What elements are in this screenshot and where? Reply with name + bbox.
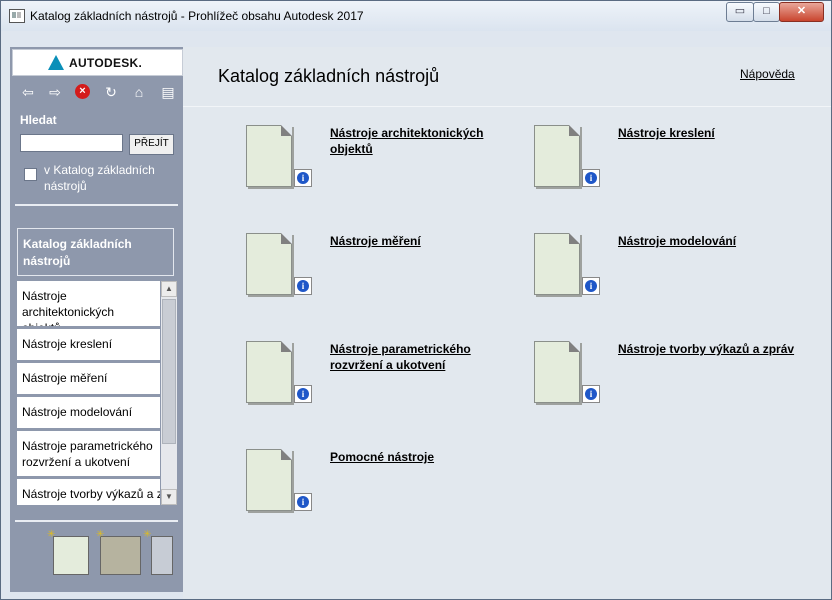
nav-item-modeling[interactable]: Nástroje modelování: [17, 397, 160, 428]
home-icon[interactable]: ⌂: [129, 82, 149, 102]
catalog-tiles: ✳ ✳ ✳: [10, 529, 183, 589]
tool-document-icon[interactable]: [246, 233, 292, 295]
nav-item-architectural[interactable]: Nástroje architektonických objektů: [17, 281, 160, 326]
search-label: Hledat: [20, 113, 57, 127]
tool-document-icon[interactable]: [534, 341, 580, 403]
catalog-tile-icon[interactable]: [151, 536, 173, 575]
sidebar: AUTODESK. ⇦ ⇨ × ↻ ⌂ ▤ Hledat PŘEJÍT v Ka…: [10, 47, 183, 592]
sparkle-icon: ✳: [96, 529, 105, 540]
stop-icon[interactable]: ×: [75, 84, 90, 99]
sparkle-icon: ✳: [143, 529, 152, 540]
app-window: Katalog základních nástrojů - Prohlížeč …: [0, 0, 832, 600]
tool-document-icon[interactable]: [246, 341, 292, 403]
browser-toolbar: ⇦ ⇨ × ↻ ⌂ ▤: [10, 80, 183, 104]
app-icon: [9, 9, 25, 23]
divider: [15, 520, 178, 522]
nav-item-parametric[interactable]: Nástroje parametrického rozvržení a ukot…: [17, 431, 160, 476]
scroll-up-icon[interactable]: ▲: [161, 281, 177, 297]
divider: [183, 106, 831, 107]
info-icon[interactable]: i: [582, 277, 600, 295]
tool-link[interactable]: Nástroje parametrického rozvržení a ukot…: [330, 341, 510, 373]
catalog-tile-icon[interactable]: [53, 536, 89, 575]
nav-header-catalog[interactable]: Katalog základních nástrojů: [17, 228, 174, 276]
tool-link[interactable]: Pomocné nástroje: [330, 449, 510, 465]
catalog-tile-icon[interactable]: [100, 536, 141, 575]
tool-document-icon[interactable]: [246, 449, 292, 511]
info-icon[interactable]: i: [582, 169, 600, 187]
tool-document-icon[interactable]: [246, 125, 292, 187]
scroll-thumb[interactable]: [162, 299, 176, 444]
autodesk-logo-icon: [48, 55, 64, 70]
info-icon[interactable]: i: [294, 385, 312, 403]
info-icon[interactable]: i: [294, 169, 312, 187]
maximize-button[interactable]: □: [753, 2, 780, 22]
tool-link[interactable]: Nástroje kreslení: [618, 125, 798, 141]
divider: [15, 204, 178, 206]
tool-link[interactable]: Nástroje tvorby výkazů a zpráv: [618, 341, 798, 357]
help-link[interactable]: Nápověda: [740, 67, 795, 81]
close-button[interactable]: ✕: [779, 2, 824, 22]
forward-icon[interactable]: ⇨: [45, 82, 65, 102]
title-bar[interactable]: Katalog základních nástrojů - Prohlížeč …: [1, 1, 831, 31]
page-title: Katalog základních nástrojů: [218, 66, 440, 86]
main-content: Katalog základních nástrojů Nápověda i N…: [183, 47, 831, 599]
go-button[interactable]: PŘEJÍT: [129, 134, 174, 155]
search-input[interactable]: [20, 134, 123, 152]
nav-item-reports[interactable]: Nástroje tvorby výkazů a zpráv: [17, 479, 160, 505]
window-title: Katalog základních nástrojů - Prohlížeč …: [30, 9, 364, 23]
back-icon[interactable]: ⇦: [18, 82, 38, 102]
nav-list: Nástroje architektonických objektů Nástr…: [17, 281, 160, 505]
tool-link[interactable]: Nástroje modelování: [618, 233, 798, 249]
sparkle-icon: ✳: [47, 529, 56, 540]
refresh-icon[interactable]: ↻: [101, 82, 121, 102]
info-icon[interactable]: i: [582, 385, 600, 403]
nav-item-measurement[interactable]: Nástroje měření: [17, 363, 160, 394]
minimize-button[interactable]: ▭: [726, 2, 754, 22]
tool-document-icon[interactable]: [534, 125, 580, 187]
tool-link[interactable]: Nástroje architektonických objektů: [330, 125, 510, 157]
autodesk-logo: AUTODESK.: [12, 49, 183, 76]
scroll-down-icon[interactable]: ▼: [161, 489, 177, 505]
tool-document-icon[interactable]: [534, 233, 580, 295]
print-icon[interactable]: ▤: [158, 82, 178, 102]
info-icon[interactable]: i: [294, 493, 312, 511]
tool-link[interactable]: Nástroje měření: [330, 233, 510, 249]
search-scope-checkbox[interactable]: [24, 168, 37, 181]
nav-item-drawing[interactable]: Nástroje kreslení: [17, 329, 160, 360]
nav-scrollbar[interactable]: ▲ ▼: [161, 281, 177, 505]
info-icon[interactable]: i: [294, 277, 312, 295]
search-scope-label: v Katalog základních nástrojů: [44, 163, 155, 193]
logo-text: AUTODESK.: [69, 56, 143, 70]
